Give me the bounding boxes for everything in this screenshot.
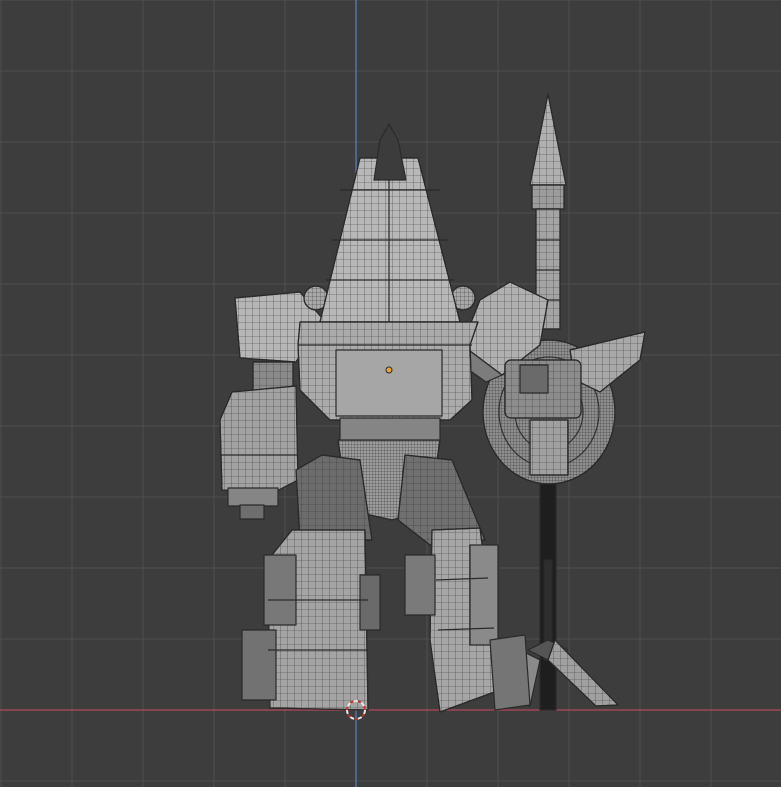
right-leg[interactable] [397,454,531,713]
3d-viewport[interactable] [0,0,781,787]
robot-model[interactable] [219,93,646,713]
object-origin-dot [385,366,393,374]
torso[interactable] [297,123,479,421]
viewport-canvas[interactable] [0,0,781,787]
